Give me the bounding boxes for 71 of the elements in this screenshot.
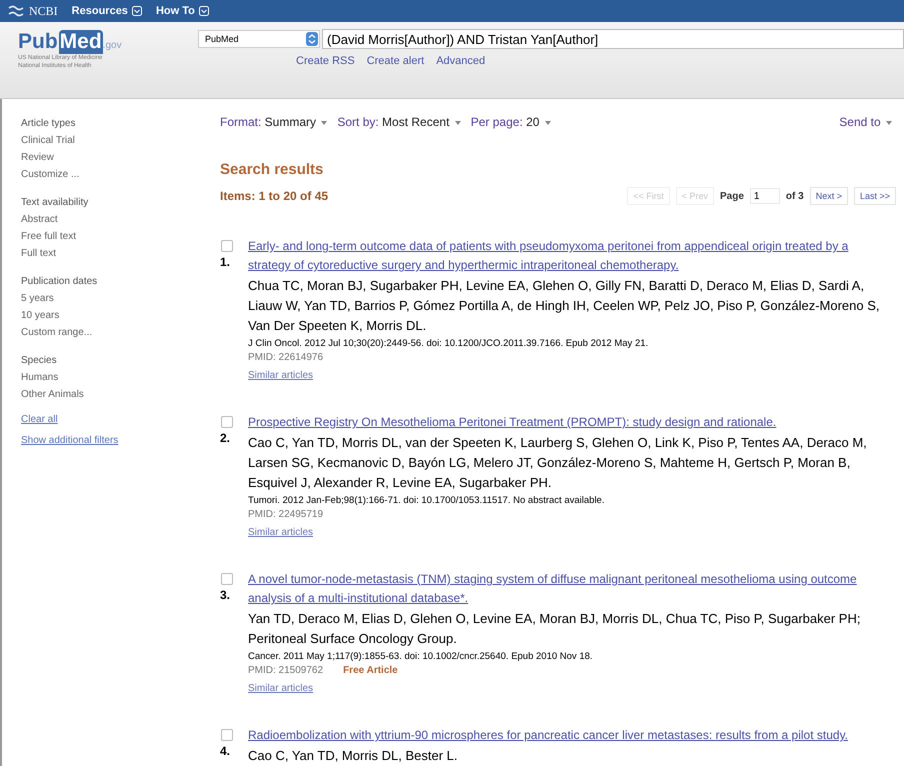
article-title-link[interactable]: Prospective Registry On Mesothelioma Peritonei Treatment (PROMPT): study design and rationale. [248, 413, 882, 432]
pmid: PMID: 21509762 [248, 664, 324, 678]
filter-group-title: Text availability [21, 196, 90, 210]
filter-item[interactable]: Free full text [21, 228, 200, 245]
page-count: of 3 [786, 190, 804, 202]
filter-group-title: Publication dates [21, 275, 98, 289]
filter-item[interactable]: Full text [21, 245, 200, 262]
author-list: Yan TD, Deraco M, Elias D, Glehen O, Levine EA, Moran BJ, Morris DL, Chua TC, Piso P, Sugarbaker PH; Peritoneal Surface Oncology Group. [248, 609, 882, 649]
display-setting[interactable]: Sort by: Most Recent [337, 115, 461, 129]
dropdown-icon [198, 6, 209, 16]
article-title-link[interactable]: Early- and long-term outcome data of patients with pseudomyxoma peritonei from appendiceal origin treated by a strategy of cytoreductive surgery and hyperthermic intraperitoneal chemotherapy. [248, 237, 882, 275]
filter-item[interactable]: Abstract [21, 211, 200, 228]
similar-articles-link[interactable]: Similar articles [248, 527, 314, 538]
pmid: PMID: 22495719 [248, 508, 324, 522]
similar-articles-link[interactable]: Similar articles [248, 683, 314, 694]
caret-icon [886, 120, 892, 125]
citation: Cancer. 2011 May 1;117(9):1855-63. doi: 10.1002/cncr.25640. Epub 2010 Nov 18. [248, 650, 594, 664]
filter-item[interactable]: Customize ... [21, 166, 200, 183]
caret-icon [321, 120, 328, 125]
menu-item[interactable]: Resources [72, 5, 142, 17]
author-list: Cao C, Yan TD, Morris DL, Bester L. [248, 746, 882, 766]
search-field[interactable]: (David Morris[Author]) AND Tristan Yan[Author] [322, 29, 904, 49]
send-to-menu[interactable]: Send to [839, 115, 892, 129]
filter-item[interactable]: Clinical Trial [21, 132, 200, 149]
filter-item[interactable]: Review [21, 149, 200, 166]
filter-item[interactable]: 10 years [21, 307, 200, 324]
caret-icon [544, 120, 551, 125]
result-number: 3. [220, 588, 230, 602]
filter-group-title: Species [21, 354, 58, 368]
display-setting[interactable]: Per page: 20 [470, 115, 551, 129]
header-link[interactable]: Advanced [436, 55, 486, 67]
database-dropdown[interactable]: PubMed [198, 30, 320, 48]
article-title-link[interactable]: Radioembolization with yttrium-90 microspheres for pancreatic cancer liver metastases: results from a pilot study. [248, 726, 882, 745]
filter-item[interactable]: Other Animals [21, 386, 200, 403]
results-heading: Search results [220, 161, 324, 178]
author-list: Cao C, Yan TD, Morris DL, van der Speeten K, Laurberg S, Glehen O, Link K, Piso P, Tentes AA, Deraco M, Larsen SG, Kecmanovic D, Bayón LG, Melero JT, González-Moreno S, Mahteme H, Gertsch P, Moran B, Esquivel J, Alexander R, Levine EA, Sugarbaker PH. [248, 433, 882, 493]
filter-link[interactable]: Show additional filters [21, 435, 118, 446]
header-link[interactable]: Create RSS [296, 55, 355, 67]
filter-item[interactable]: Custom range... [21, 324, 200, 341]
filter-item[interactable]: Humans [21, 369, 200, 386]
ncbi-logo[interactable]: NCBI [8, 4, 58, 18]
result-number: 4. [220, 744, 230, 758]
pmid: PMID: 22614976 [248, 351, 324, 365]
citation: Tumori. 2012 Jan-Feb;98(1):166-71. doi: 10.1700/1053.11517. No abstract available. [248, 494, 606, 508]
filter-link[interactable]: Clear all [21, 414, 58, 425]
header-link[interactable]: Create alert [366, 55, 424, 67]
checkbox[interactable] [221, 573, 233, 585]
stepper-icon [306, 32, 318, 46]
free-article-label: Free Article [343, 664, 398, 678]
checkbox[interactable] [221, 416, 233, 428]
ncbi-icon [8, 5, 24, 17]
items-count: Items: 1 to 20 of 45 [220, 189, 328, 203]
dropdown-icon [132, 6, 142, 16]
pubmed-logo[interactable]: PubMed.gov [18, 30, 198, 54]
result-number: 1. [220, 255, 230, 269]
citation: J Clin Oncol. 2012 Jul 10;30(20):2449-56. doi: 10.1200/JCO.2011.39.7166. Epub 2012 May 21. [248, 337, 650, 351]
display-setting[interactable]: Format: Summary [220, 115, 328, 129]
filter-group-title: Article types [21, 117, 76, 131]
page-field[interactable]: 1 [750, 188, 780, 204]
pager-button[interactable]: Next > [810, 187, 848, 205]
similar-articles-link[interactable]: Similar articles [248, 370, 314, 381]
checkbox[interactable] [221, 240, 233, 252]
caret-icon [454, 120, 461, 125]
filter-item[interactable]: 5 years [21, 290, 200, 307]
result-number: 2. [220, 431, 230, 445]
menu-item[interactable]: How To [156, 5, 209, 17]
pager-button[interactable]: Last >> [854, 187, 896, 205]
article-title-link[interactable]: A novel tumor-node-metastasis (TNM) staging system of diffuse malignant peritoneal mesothelioma using outcome analysis of a multi-institutional database*. [248, 570, 882, 608]
page-label: Page [720, 190, 744, 202]
checkbox[interactable] [221, 729, 233, 741]
author-list: Chua TC, Moran BJ, Sugarbaker PH, Levine EA, Glehen O, Gilly FN, Baratti D, Deraco M, Elias D, Sardi A, Liauw W, Yan TD, Barrios P, Gómez Portilla A, de Hingh IH, Ceelen WP, Pelz JO, Piso P, González-Moreno S, Van Der Speeten K, Morris DL. [248, 276, 882, 336]
